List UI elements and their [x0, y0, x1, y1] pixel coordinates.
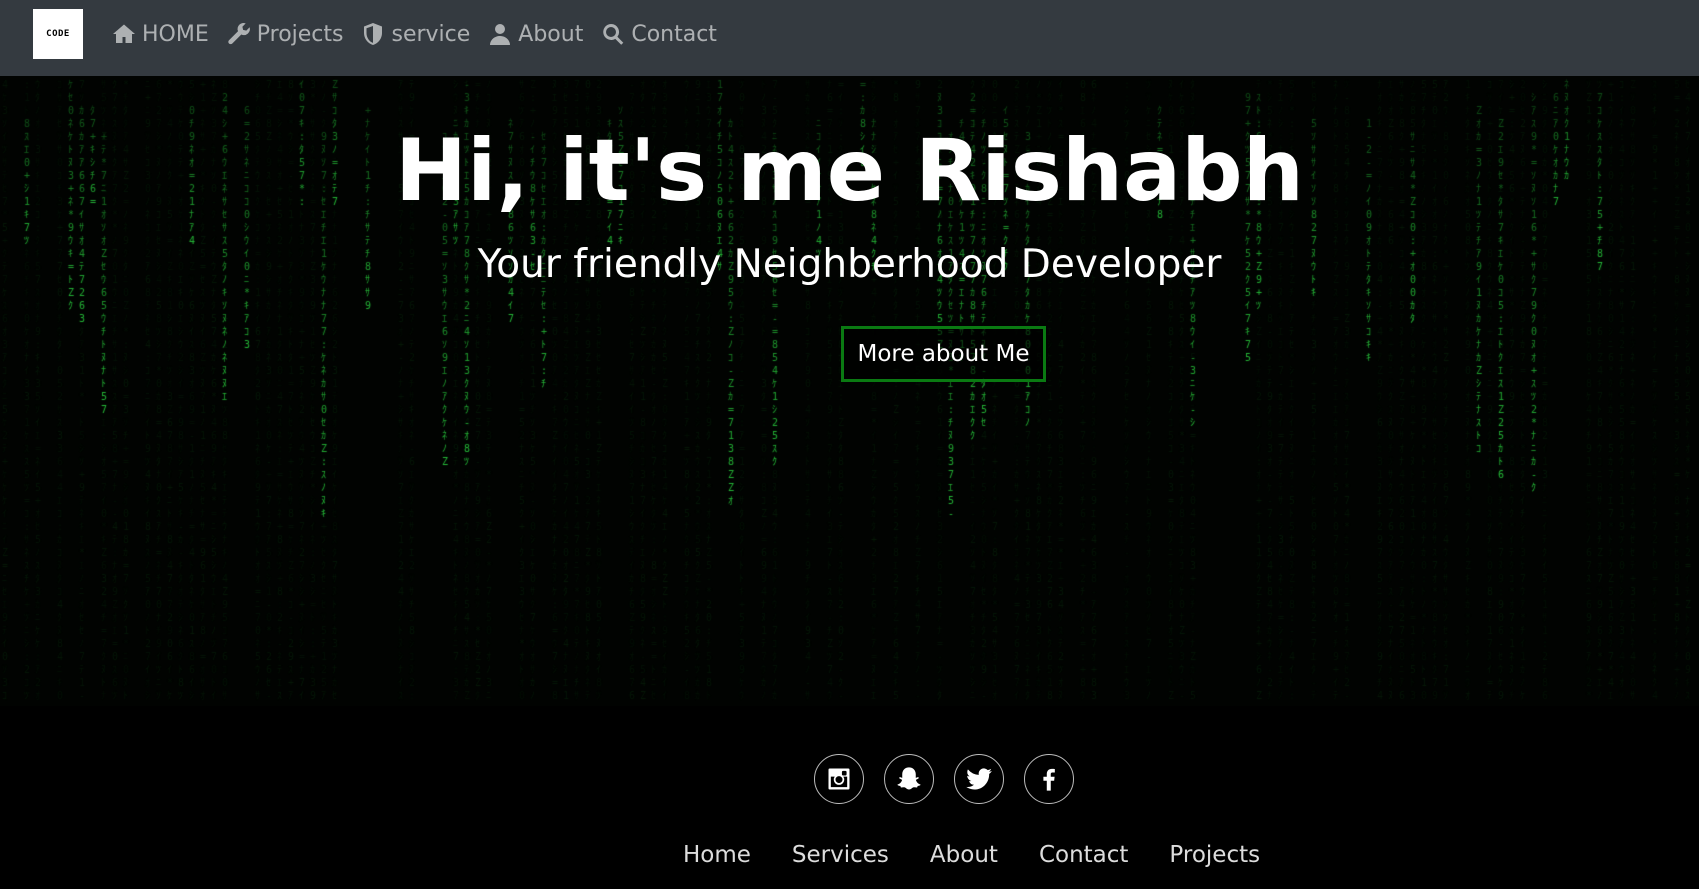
- logo-text: CODE: [46, 29, 70, 39]
- instagram-icon: [828, 768, 850, 790]
- footer-link-about[interactable]: About: [930, 842, 998, 868]
- social-links: [814, 754, 1074, 804]
- snapchat-link[interactable]: [884, 754, 934, 804]
- main-nav: HOME Projects service About Contact: [112, 0, 717, 68]
- footer-nav: Home Services About Contact Projects: [683, 842, 1260, 868]
- nav-item-label: About: [518, 21, 584, 47]
- nav-item-contact[interactable]: Contact: [601, 22, 717, 47]
- footer-link-contact[interactable]: Contact: [1039, 842, 1128, 868]
- footer-link-projects[interactable]: Projects: [1169, 842, 1260, 868]
- instagram-link[interactable]: [814, 754, 864, 804]
- hero-title: Hi, it's me Rishabh: [395, 121, 1304, 221]
- site-footer: Home Services About Contact Projects: [0, 706, 1699, 889]
- top-navbar: CODE HOME Projects service About Contact: [0, 0, 1699, 76]
- nav-item-label: service: [391, 21, 471, 47]
- facebook-icon: [1043, 768, 1055, 791]
- nav-item-label: Contact: [631, 21, 717, 47]
- nav-item-service[interactable]: service: [361, 22, 470, 47]
- nav-item-label: Projects: [256, 21, 344, 47]
- search-icon: [603, 24, 624, 45]
- wrench-icon: [228, 23, 250, 45]
- user-icon: [490, 24, 511, 45]
- snapchat-icon: [897, 767, 921, 790]
- hero-subtitle: Your friendly Neighberhood Developer: [477, 242, 1222, 287]
- nav-item-projects[interactable]: Projects: [227, 21, 344, 47]
- site-logo[interactable]: CODE: [33, 9, 83, 59]
- nav-item-home[interactable]: HOME: [112, 22, 209, 47]
- twitter-icon: [966, 768, 992, 790]
- home-icon: [113, 24, 135, 43]
- footer-link-home[interactable]: Home: [683, 842, 751, 868]
- shield-icon: [364, 23, 383, 45]
- twitter-link[interactable]: [954, 754, 1004, 804]
- footer-link-services[interactable]: Services: [792, 842, 889, 868]
- nav-item-about[interactable]: About: [488, 22, 583, 47]
- hero-section: Hi, it's me Rishabh Your friendly Neighb…: [0, 76, 1699, 706]
- facebook-link[interactable]: [1024, 754, 1074, 804]
- nav-item-label: HOME: [142, 21, 209, 47]
- more-about-me-button[interactable]: More about Me: [841, 326, 1046, 382]
